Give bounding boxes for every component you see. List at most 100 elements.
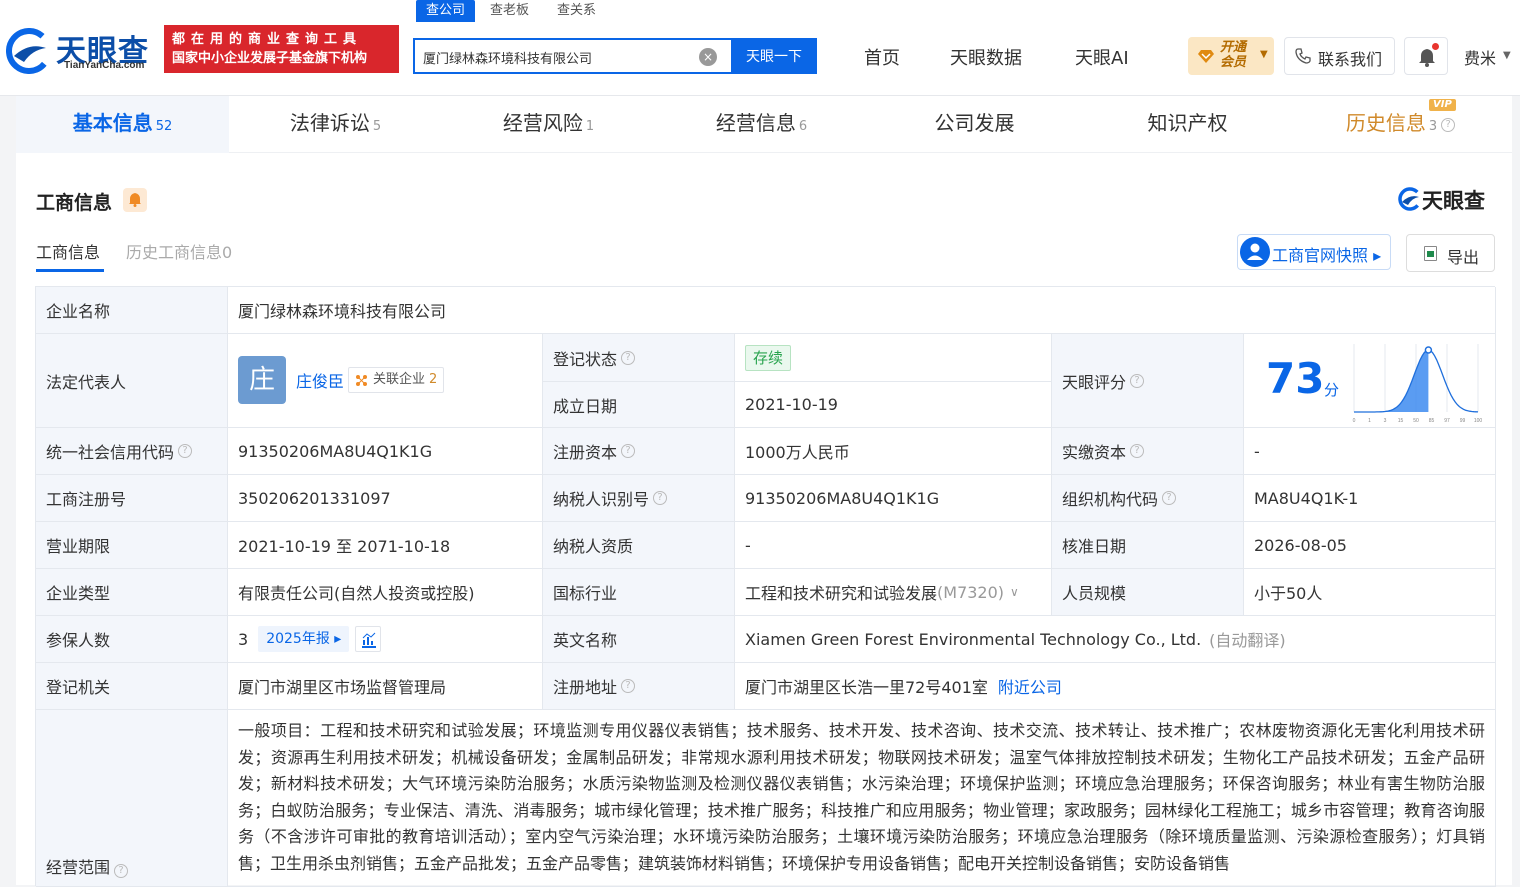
help-icon[interactable]: ? (653, 491, 668, 505)
taxpayer-id-label: 纳税人识别号? (543, 475, 735, 522)
help-icon[interactable]: ? (1441, 117, 1456, 132)
reg-no-label: 工商注册号 (36, 475, 228, 522)
user-chevron-down-icon[interactable]: ▼ (1503, 50, 1511, 61)
tab-count: 3 (1428, 119, 1438, 134)
search-tab-relation[interactable]: 查关系 (557, 0, 596, 22)
type-value: 有限责任公司(自然人投资或控股) (228, 569, 543, 616)
tab-legal[interactable]: 法律诉讼 5 (229, 96, 442, 153)
user-name[interactable]: 费米 (1464, 45, 1496, 69)
section-title: 工商信息 (36, 192, 113, 214)
chart-icon[interactable] (355, 626, 382, 652)
authority-value: 厦门市湖里区市场监督管理局 (228, 663, 543, 710)
help-icon[interactable]: ? (1162, 491, 1177, 505)
english-name-label: 英文名称 (543, 616, 735, 663)
help-icon[interactable]: ? (1130, 444, 1145, 458)
org-code-label: 组织机构代码? (1052, 475, 1244, 522)
official-snapshot-button[interactable]: 工商官网快照 ▸ (1237, 234, 1391, 270)
search-box: × (413, 38, 731, 74)
annual-report-tag[interactable]: 2025年报 ▸ (258, 626, 350, 652)
tab-count: 1 (585, 119, 595, 134)
tab-label: 公司发展 (934, 111, 1015, 135)
help-icon[interactable]: ? (621, 679, 636, 693)
legal-rep-cell: 庄 庄俊臣 关联企业 2 (228, 334, 543, 428)
related-companies-label: 关联企业 (373, 372, 426, 387)
legal-rep-name[interactable]: 庄俊臣 (296, 368, 344, 392)
subtab-history-business-info[interactable]: 历史工商信息0 (126, 239, 232, 263)
help-icon[interactable]: ? (178, 444, 193, 458)
score-label: 天眼评分? (1052, 334, 1244, 428)
clear-icon[interactable]: × (699, 48, 717, 66)
tab-label: 历史信息 (1345, 111, 1426, 135)
industry-code: (M7320) (937, 582, 1005, 602)
notification-button[interactable] (1404, 37, 1448, 75)
bell-icon (1419, 49, 1435, 67)
score-axis-label: 15 (1398, 418, 1404, 424)
search-button[interactable]: 天眼一下 (731, 38, 817, 74)
tianyancha-small-logo: 天眼查 (1398, 185, 1498, 213)
reg-capital-value: 1000万人民币 (735, 428, 1052, 475)
help-icon[interactable]: ? (621, 444, 636, 458)
tab-label: 知识产权 (1147, 111, 1228, 135)
address-value: 厦门市湖里区长浩一里72号401室 (745, 678, 988, 697)
nav-home[interactable]: 首页 (864, 44, 900, 70)
alert-bell-icon[interactable] (123, 188, 147, 212)
tab-label: 经营信息 (715, 111, 796, 135)
tab-basic-info[interactable]: 基本信息 52 (16, 96, 229, 153)
open-vip-button[interactable]: 开通 会员 ▼ (1188, 37, 1274, 75)
legal-rep-avatar[interactable]: 庄 (238, 356, 286, 404)
industry-cell[interactable]: 工程和技术研究和试验发展 (M7320) ∨ (735, 569, 1052, 616)
nearby-companies-link[interactable]: 附近公司 (998, 674, 1062, 698)
tab-history[interactable]: VIP 历史信息 3? (1294, 96, 1507, 153)
related-companies-count: 2 (429, 372, 438, 387)
paid-capital-value: - (1244, 428, 1496, 475)
tab-ip[interactable]: 知识产权 (1081, 96, 1294, 153)
tab-operation[interactable]: 经营信息 6 (655, 96, 868, 153)
search-input[interactable] (423, 47, 683, 67)
address-label: 注册地址? (543, 663, 735, 710)
contact-label: 联系我们 (1318, 50, 1383, 69)
nav-ai[interactable]: 天眼AI (1075, 44, 1129, 70)
tab-risk[interactable]: 经营风险 1 (442, 96, 655, 153)
org-code-value: MA8U4Q1K-1 (1244, 475, 1496, 522)
network-icon (356, 375, 367, 386)
score-axis-label: 3 (1384, 418, 1387, 424)
tianyancha-logo[interactable]: 天眼查 TianYanCha.com (6, 24, 158, 76)
contact-us-button[interactable]: 联系我们 (1284, 37, 1395, 75)
help-icon[interactable]: ? (1130, 373, 1145, 388)
credit-code-label: 统一社会信用代码? (36, 428, 228, 475)
tab-count: 6 (798, 119, 808, 134)
nav-data[interactable]: 天眼数据 (950, 44, 1022, 70)
brand-domain: TianYanCha.com (64, 60, 145, 71)
export-button[interactable]: 导出 (1406, 234, 1495, 272)
diamond-icon (1198, 50, 1214, 63)
status-badge: 存续 (745, 344, 792, 371)
related-companies-tag[interactable]: 关联企业 2 (348, 367, 445, 393)
insured-label: 参保人数 (36, 616, 228, 663)
tab-development[interactable]: 公司发展 (868, 96, 1081, 153)
vip-line-1: 开通 (1220, 40, 1247, 55)
legal-rep-label: 法定代表人 (36, 334, 228, 428)
taxpayer-qual-value: - (735, 522, 1052, 569)
subtab-business-info[interactable]: 工商信息 (36, 239, 100, 263)
scope-label: 经营范围? (36, 710, 228, 887)
search-tab-boss[interactable]: 查老板 (490, 0, 529, 22)
score-axis-label: 50 (1413, 418, 1419, 424)
snapshot-label: 工商官网快照 ▸ (1272, 246, 1382, 265)
promo-banner[interactable]: 都在用的商业查询工具 国家中小企业发展子基金旗下机构 (164, 25, 399, 73)
taxpayer-id-value: 91350206MA8U4Q1K1G (735, 475, 1052, 522)
staff-label: 人员规模 (1052, 569, 1244, 616)
insured-value: 3 (238, 629, 249, 649)
industry-label: 国标行业 (543, 569, 735, 616)
company-name-label: 企业名称 (36, 287, 228, 334)
help-icon[interactable]: ? (114, 864, 129, 878)
business-info-table: 企业名称 厦门绿林森环境科技有限公司 法定代表人 庄 庄俊臣 关联企业 2 登记状… (35, 286, 1496, 887)
auto-translate-note: (自动翻译) (1209, 631, 1286, 650)
subtab-underline (36, 269, 104, 272)
score-cell[interactable]: 73 分 0 1 3 15 50 85 97 99 100 (1244, 334, 1496, 428)
help-icon[interactable]: ? (621, 350, 636, 365)
type-label: 企业类型 (36, 569, 228, 616)
search-tab-company[interactable]: 查公司 (416, 0, 476, 22)
reg-status-label: 登记状态? (543, 334, 735, 382)
industry-value: 工程和技术研究和试验发展 (745, 584, 938, 603)
tab-label: 法律诉讼 (289, 111, 370, 135)
